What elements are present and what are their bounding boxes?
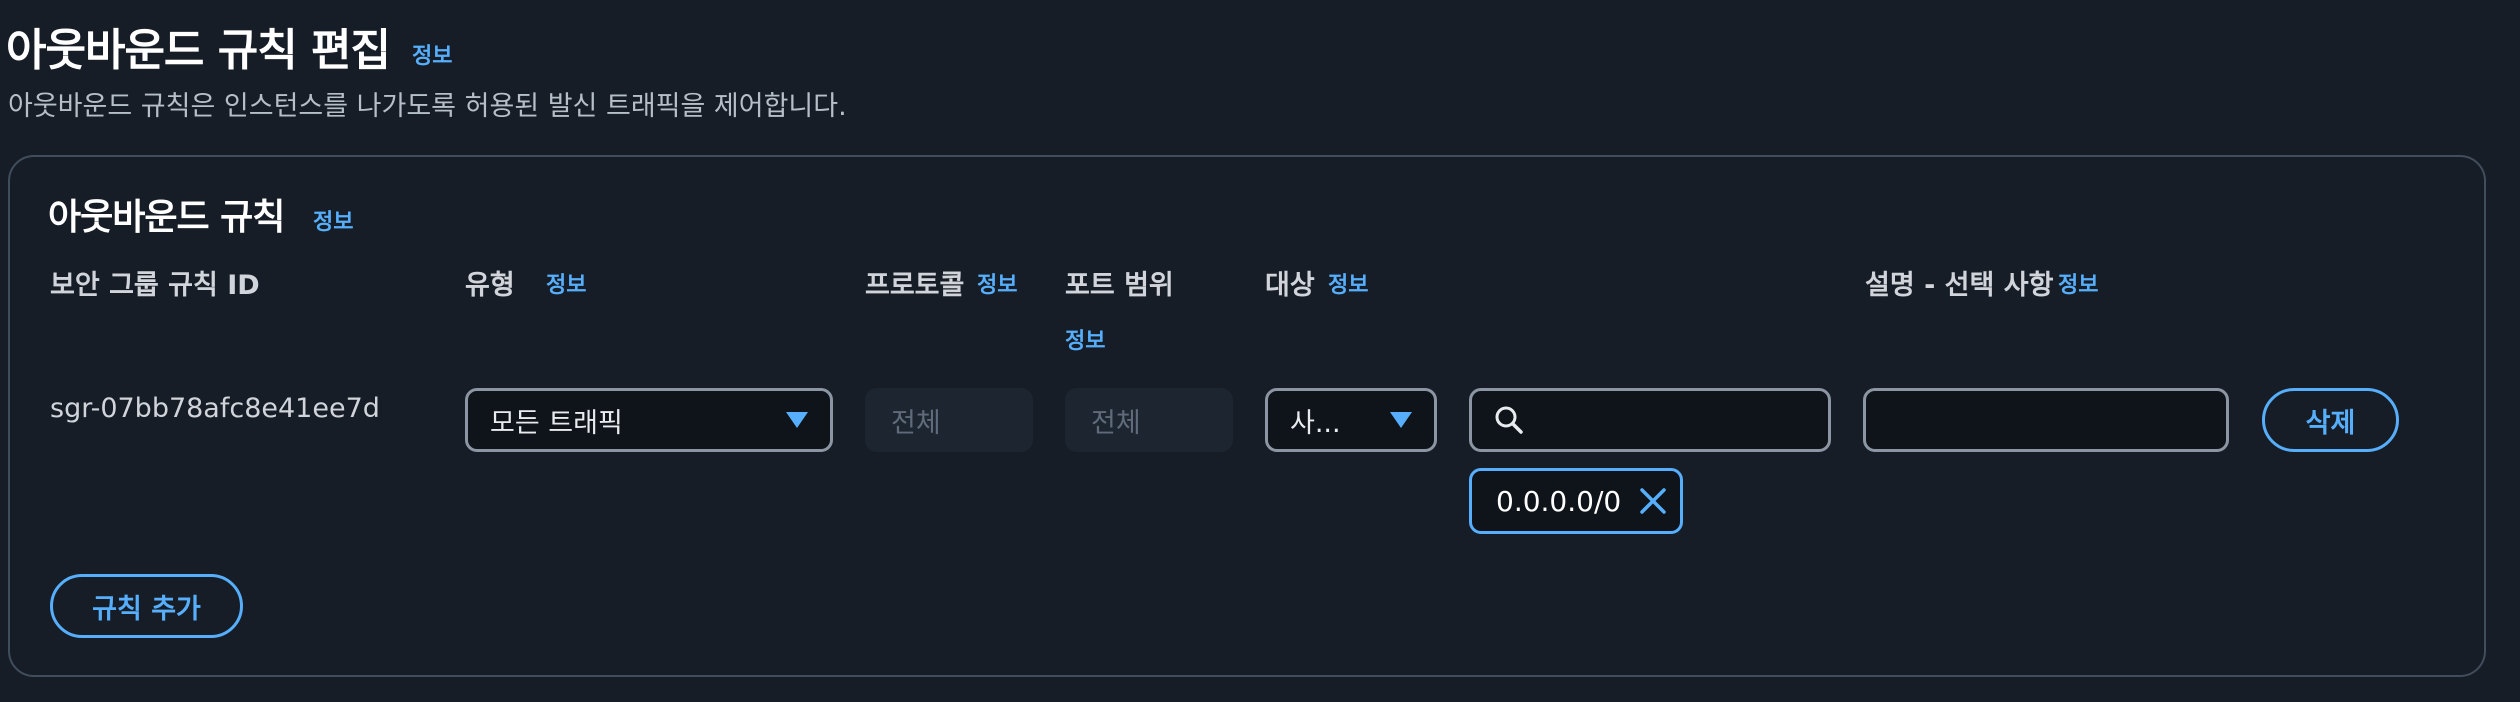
protocol-input: 전체 bbox=[865, 388, 1033, 452]
destination-token: 0.0.0.0/0 bbox=[1469, 468, 1683, 534]
protocol-info-link[interactable]: 정보 bbox=[977, 267, 1017, 299]
caret-down-icon bbox=[786, 412, 808, 428]
delete-button[interactable]: 삭제 bbox=[2262, 388, 2399, 452]
section-title: 아웃바운드 규칙 bbox=[48, 197, 285, 238]
description-input[interactable] bbox=[1863, 388, 2229, 452]
description-info-link[interactable]: 정보 bbox=[2058, 267, 2098, 299]
type-info-link[interactable]: 정보 bbox=[546, 267, 586, 299]
destination-search-input[interactable] bbox=[1469, 388, 1831, 452]
port-range-info-link[interactable]: 정보 bbox=[1065, 323, 1105, 355]
page-title-info-link[interactable]: 정보 bbox=[412, 38, 452, 70]
add-rule-button[interactable]: 규칙 추가 bbox=[50, 574, 243, 638]
port-range-input: 전체 bbox=[1065, 388, 1233, 452]
type-select[interactable]: 모든 트래픽 bbox=[465, 388, 833, 452]
protocol-value: 전체 bbox=[891, 407, 941, 439]
destination-type-value: 사... bbox=[1290, 407, 1341, 439]
column-header-description: 설명 - 선택 사항 bbox=[1865, 270, 2054, 301]
port-range-value: 전체 bbox=[1091, 407, 1141, 439]
column-header-type: 유형 bbox=[465, 270, 515, 301]
column-header-port-range: 포트 범위 bbox=[1065, 270, 1174, 301]
page-title: 아웃바운드 규칙 편집 bbox=[6, 14, 391, 78]
column-header-destination: 대상 bbox=[1265, 270, 1315, 301]
destination-token-label: 0.0.0.0/0 bbox=[1496, 484, 1622, 518]
close-icon[interactable] bbox=[1639, 487, 1667, 515]
type-select-value: 모든 트래픽 bbox=[490, 407, 623, 439]
column-header-rule-id: 보안 그룹 규칙 ID bbox=[50, 270, 260, 301]
destination-type-select[interactable]: 사... bbox=[1265, 388, 1437, 452]
section-info-link[interactable]: 정보 bbox=[313, 204, 353, 236]
column-header-protocol: 프로토콜 bbox=[865, 270, 965, 301]
rule-id-value: sgr-07bb78afc8e41ee7d bbox=[50, 393, 380, 424]
destination-info-link[interactable]: 정보 bbox=[1328, 267, 1368, 299]
caret-down-icon bbox=[1390, 412, 1412, 428]
page-description: 아웃바운드 규칙은 인스턴스를 나가도록 허용된 발신 트래픽을 제어합니다. bbox=[8, 91, 847, 122]
page-title-text: 아웃바운드 규칙 편집 bbox=[6, 25, 391, 76]
search-icon bbox=[1495, 406, 1523, 434]
